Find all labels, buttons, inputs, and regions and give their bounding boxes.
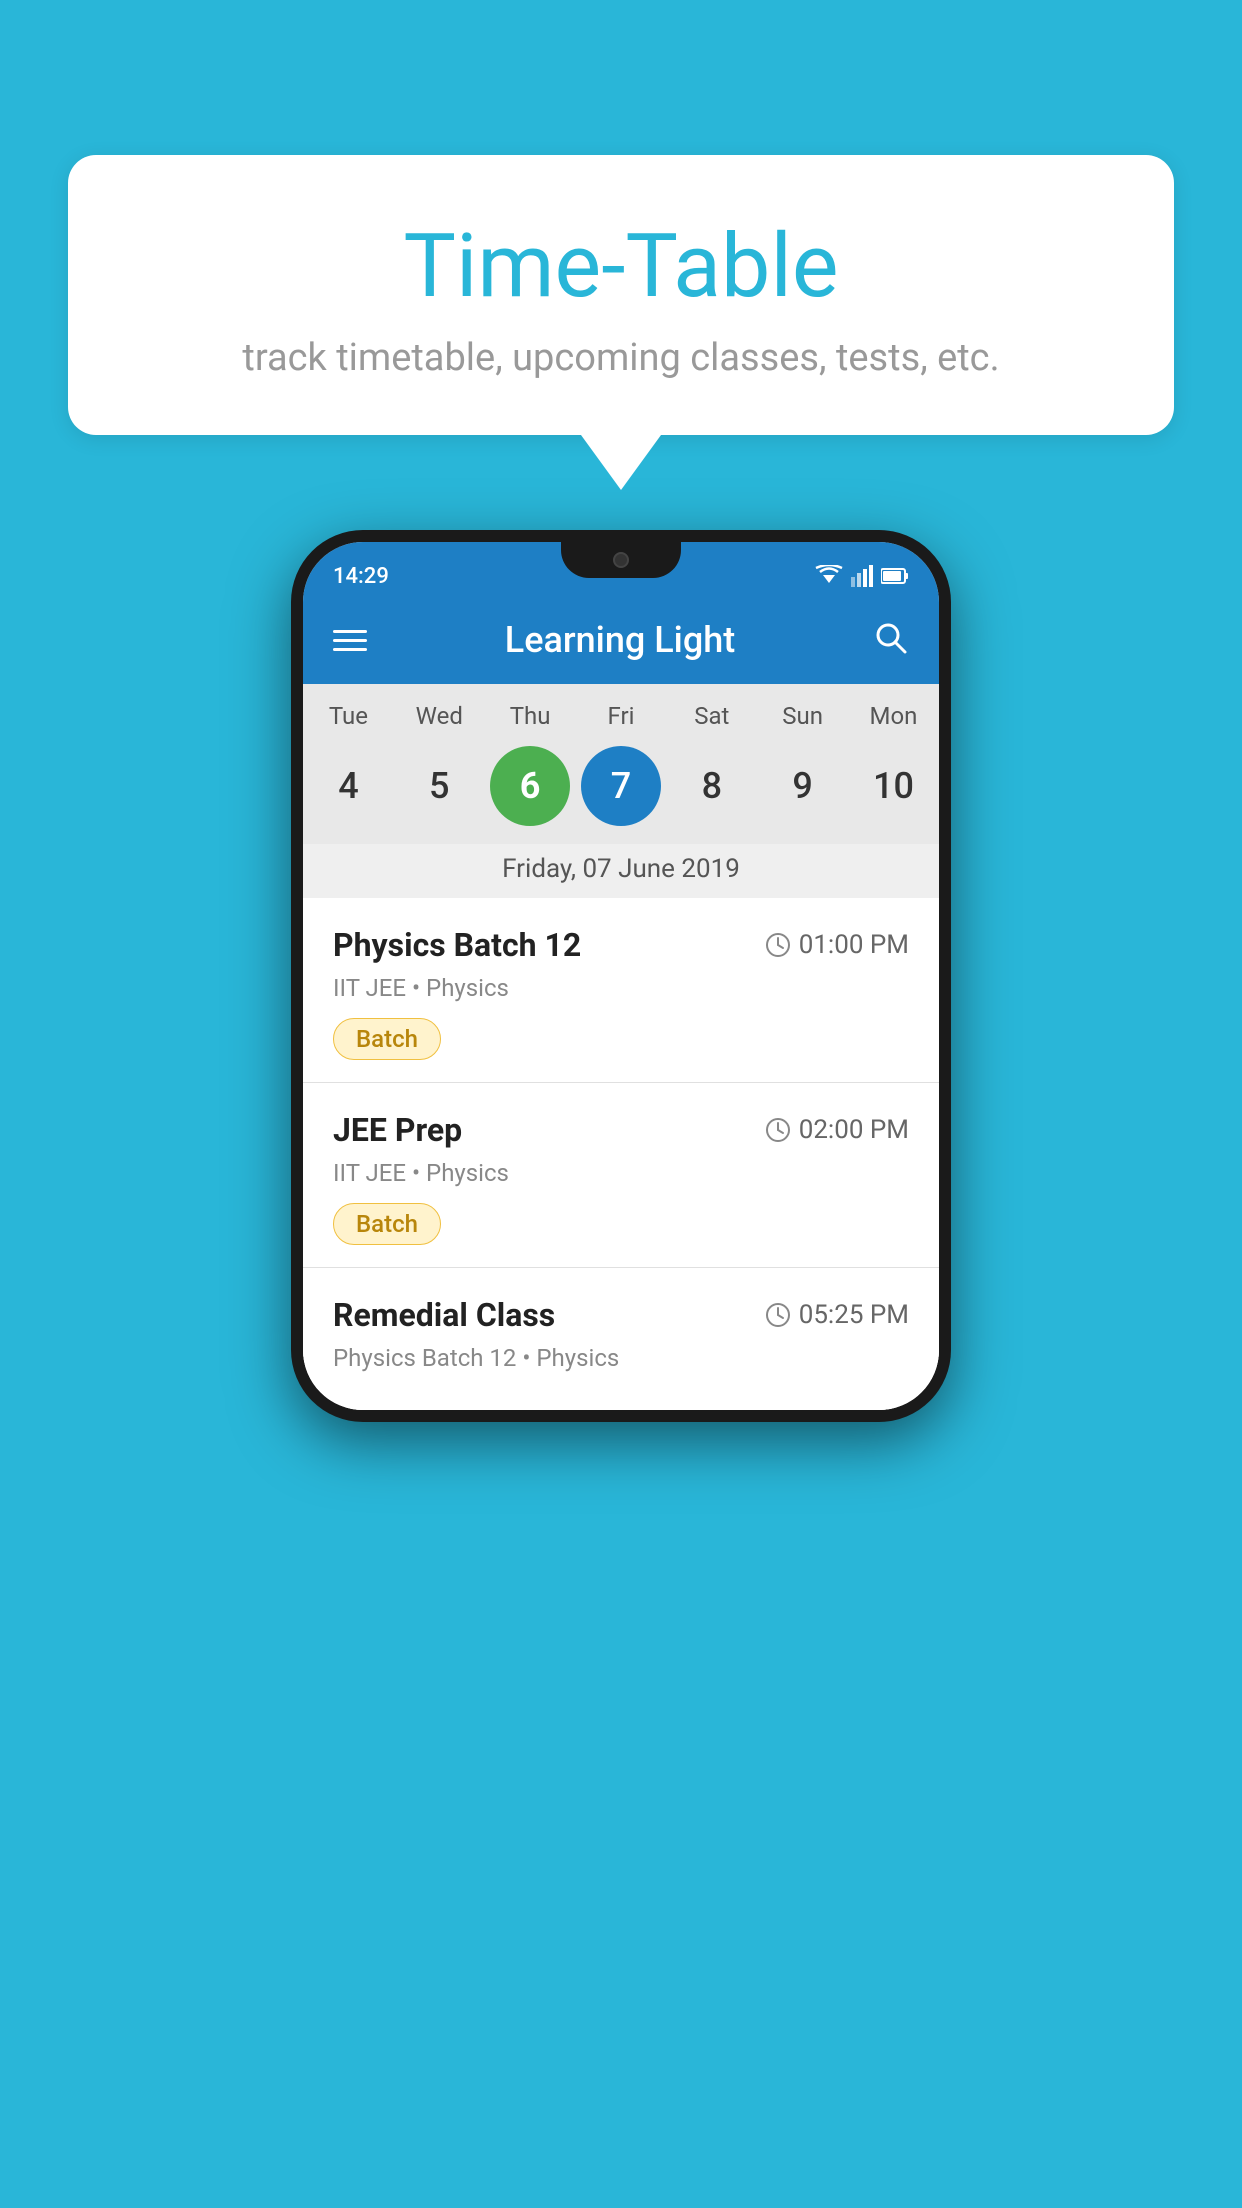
phone-frame: 14:29 <box>291 530 951 1422</box>
date-4[interactable]: 4 <box>308 746 388 826</box>
status-bar: 14:29 <box>303 542 939 596</box>
menu-line-3 <box>333 648 367 651</box>
menu-line-1 <box>333 630 367 633</box>
phone-mockup: 14:29 <box>291 530 951 1422</box>
menu-line-2 <box>333 639 367 642</box>
class-item-header-3: Remedial Class 05:25 PM <box>333 1296 909 1334</box>
batch-tag-1: Batch <box>333 1018 441 1060</box>
class-item-remedial[interactable]: Remedial Class 05:25 PM Physics Batch 12… <box>303 1268 939 1410</box>
day-sun: Sun <box>763 702 843 730</box>
wifi-icon <box>815 565 843 587</box>
camera <box>613 552 629 568</box>
date-5[interactable]: 5 <box>399 746 479 826</box>
bubble-title: Time-Table <box>128 215 1114 318</box>
menu-button[interactable] <box>333 630 367 651</box>
time-text-1: 01:00 PM <box>799 930 909 960</box>
day-sat: Sat <box>672 702 752 730</box>
day-thu: Thu <box>490 702 570 730</box>
date-9[interactable]: 9 <box>763 746 843 826</box>
bubble-subtitle: track timetable, upcoming classes, tests… <box>128 336 1114 380</box>
class-subtitle-2: IIT JEE • Physics <box>333 1159 909 1187</box>
phone-screen: 14:29 <box>303 542 939 1410</box>
calendar-days-header: Tue Wed Thu Fri Sat Sun Mon <box>303 684 939 738</box>
class-item-physics-batch[interactable]: Physics Batch 12 01:00 PM IIT JEE • Phys… <box>303 898 939 1083</box>
clock-icon-1 <box>765 932 791 958</box>
day-wed: Wed <box>399 702 479 730</box>
class-time-1: 01:00 PM <box>765 930 909 960</box>
status-icons <box>815 565 909 587</box>
class-time-2: 02:00 PM <box>765 1115 909 1145</box>
date-8[interactable]: 8 <box>672 746 752 826</box>
day-fri: Fri <box>581 702 661 730</box>
time-text-3: 05:25 PM <box>799 1300 909 1330</box>
day-mon: Mon <box>853 702 933 730</box>
status-time: 14:29 <box>333 564 389 589</box>
speech-bubble-section: Time-Table track timetable, upcoming cla… <box>68 155 1174 490</box>
class-item-header-2: JEE Prep 02:00 PM <box>333 1111 909 1149</box>
search-icon <box>873 620 909 656</box>
calendar-dates-row: 4 5 6 7 8 9 10 <box>303 738 939 844</box>
clock-icon-3 <box>765 1302 791 1328</box>
class-item-jee-prep[interactable]: JEE Prep 02:00 PM IIT JEE • Physics Batc… <box>303 1083 939 1268</box>
battery-icon <box>881 567 909 585</box>
class-time-3: 05:25 PM <box>765 1300 909 1330</box>
selected-date-label: Friday, 07 June 2019 <box>303 844 939 898</box>
class-subtitle-3: Physics Batch 12 • Physics <box>333 1344 909 1372</box>
date-6-today[interactable]: 6 <box>490 746 570 826</box>
class-name-2: JEE Prep <box>333 1111 462 1149</box>
class-list: Physics Batch 12 01:00 PM IIT JEE • Phys… <box>303 898 939 1410</box>
bubble-arrow <box>581 435 661 490</box>
search-button[interactable] <box>873 620 909 660</box>
speech-bubble-card: Time-Table track timetable, upcoming cla… <box>68 155 1174 435</box>
app-title: Learning Light <box>505 619 735 661</box>
signal-icon <box>851 565 873 587</box>
app-bar: Learning Light <box>303 596 939 684</box>
class-name-1: Physics Batch 12 <box>333 926 581 964</box>
class-name-3: Remedial Class <box>333 1296 555 1334</box>
date-10[interactable]: 10 <box>853 746 933 826</box>
time-text-2: 02:00 PM <box>799 1115 909 1145</box>
class-subtitle-1: IIT JEE • Physics <box>333 974 909 1002</box>
notch <box>561 542 681 578</box>
class-item-header-1: Physics Batch 12 01:00 PM <box>333 926 909 964</box>
date-7-selected[interactable]: 7 <box>581 746 661 826</box>
day-tue: Tue <box>308 702 388 730</box>
batch-tag-2: Batch <box>333 1203 441 1245</box>
clock-icon-2 <box>765 1117 791 1143</box>
